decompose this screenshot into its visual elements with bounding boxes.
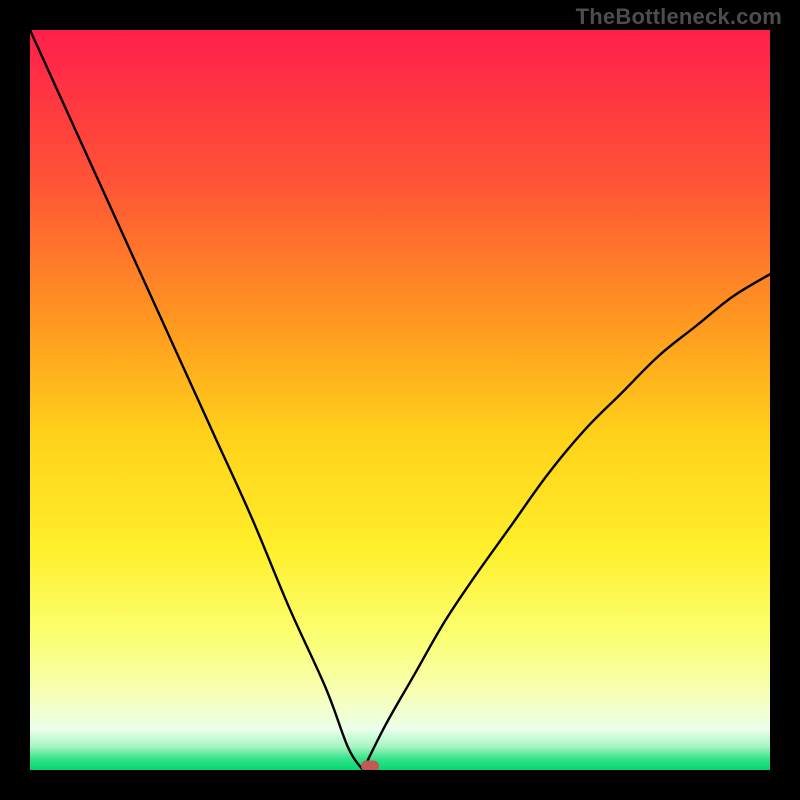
bottleneck-curve [30, 30, 770, 770]
minimum-marker [361, 761, 379, 771]
chart-frame: TheBottleneck.com [0, 0, 800, 800]
watermark-text: TheBottleneck.com [576, 4, 782, 30]
plot-area [30, 30, 770, 770]
